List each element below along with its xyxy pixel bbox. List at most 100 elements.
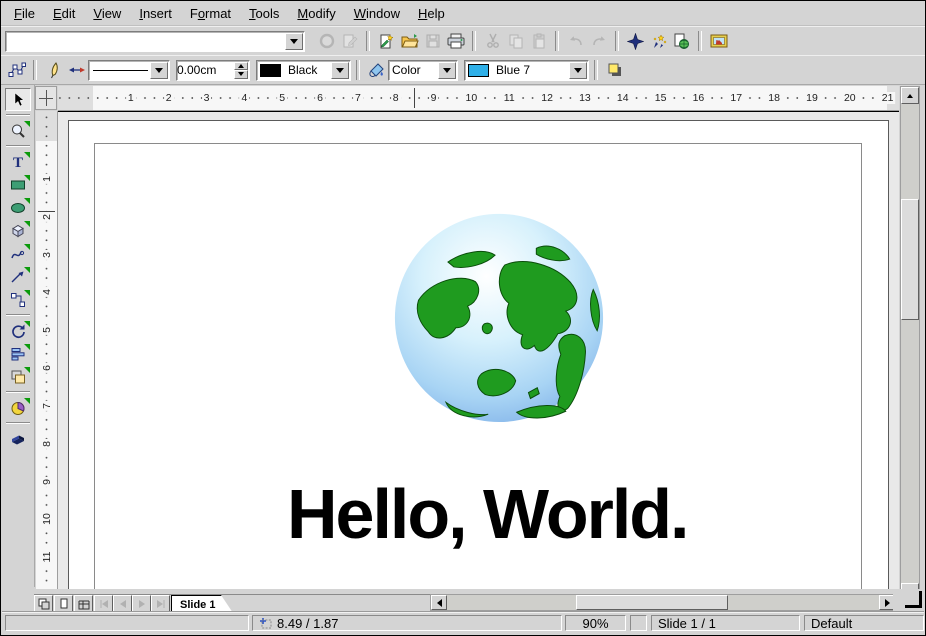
- ruler-number: 8: [391, 92, 401, 104]
- ruler-number: 7: [41, 401, 53, 411]
- status-template-panel[interactable]: Default: [804, 615, 924, 631]
- new-document-icon[interactable]: [375, 30, 398, 53]
- line-width-down-button[interactable]: [234, 70, 248, 79]
- insert-tool[interactable]: [5, 396, 31, 419]
- menu-item[interactable]: Modify: [288, 3, 344, 24]
- curve-tool[interactable]: [5, 242, 31, 265]
- pen-icon[interactable]: [42, 59, 65, 82]
- gallery-icon[interactable]: [707, 30, 730, 53]
- svg-text:T: T: [13, 155, 23, 170]
- horizontal-cursor-marker: [414, 88, 415, 108]
- save-icon: [421, 30, 444, 53]
- select-tool[interactable]: [5, 88, 31, 111]
- ruler-number: 15: [653, 92, 669, 104]
- status-zoom-panel[interactable]: 90%: [565, 615, 626, 631]
- zoom-icon[interactable]: [647, 30, 670, 53]
- 3d-objects-tool[interactable]: [5, 219, 31, 242]
- hello-world-text-object[interactable]: Hello, World.: [287, 479, 688, 549]
- line-width-spinner[interactable]: 0.00cm: [176, 60, 250, 81]
- menu-item[interactable]: Edit: [44, 3, 84, 24]
- rotate-tool[interactable]: [5, 319, 31, 342]
- zoom-tool[interactable]: [5, 119, 31, 142]
- fill-type-combobox[interactable]: Color: [388, 60, 458, 81]
- menu-item[interactable]: Tools: [240, 3, 288, 24]
- globe-image[interactable]: [391, 209, 607, 425]
- fill-color-value: Blue 7: [493, 63, 530, 77]
- ruler-number: 1: [126, 92, 136, 104]
- horizontal-scrollbar-thumb[interactable]: [576, 595, 728, 610]
- vertical-scrollbar-thumb[interactable]: [901, 199, 919, 320]
- alignment-tool[interactable]: [5, 342, 31, 365]
- template-name-value: Default: [811, 616, 852, 631]
- open-icon[interactable]: [398, 30, 421, 53]
- interaction-tool[interactable]: [5, 427, 31, 450]
- status-slide-panel[interactable]: Slide 1 / 1: [651, 615, 800, 631]
- ruler-number: 21: [880, 92, 896, 104]
- menu-item[interactable]: View: [84, 3, 130, 24]
- horizontal-ruler[interactable]: 123456789101112131415161718192021: [58, 86, 899, 111]
- ruler-number: 20: [842, 92, 858, 104]
- ruler-number: 6: [41, 363, 53, 373]
- menu-item[interactable]: Format: [181, 3, 240, 24]
- horizontal-scrollbar[interactable]: [430, 594, 896, 611]
- menu-item[interactable]: Help: [409, 3, 454, 24]
- function-toolbar: [1, 26, 925, 56]
- ruler-number: 16: [691, 92, 707, 104]
- fill-style-icon[interactable]: [365, 59, 388, 82]
- shadow-icon[interactable]: [603, 59, 626, 82]
- text-tool[interactable]: T: [5, 150, 31, 173]
- ruler-number: 10: [41, 512, 53, 528]
- ruler-number: 3: [41, 250, 53, 260]
- ruler-number: 17: [728, 92, 744, 104]
- cut-icon: [481, 30, 504, 53]
- vertical-scrollbar[interactable]: [900, 86, 920, 601]
- fill-color-dropdown-button[interactable]: [569, 62, 587, 79]
- edit-file-icon: [338, 30, 361, 53]
- ruler-number: 3: [202, 92, 212, 104]
- ruler-number: 2: [41, 212, 53, 222]
- arrange-tool[interactable]: [5, 365, 31, 388]
- ruler-number: 13: [577, 92, 593, 104]
- line-style-combobox[interactable]: [88, 60, 170, 81]
- line-color-combobox[interactable]: Black: [256, 60, 351, 81]
- status-bar: 8.49 / 1.87 90% Slide 1 / 1 Default: [2, 611, 924, 634]
- ruler-number: 10: [464, 92, 480, 104]
- fill-color-combobox[interactable]: Blue 7: [464, 60, 589, 81]
- ruler-number: 5: [41, 325, 53, 335]
- drawing-canvas[interactable]: Hello, World.: [58, 111, 899, 590]
- app-window: FileEditViewInsertFormatToolsModifyWindo…: [0, 0, 926, 636]
- ruler-number: 12: [539, 92, 555, 104]
- print-icon[interactable]: [444, 30, 467, 53]
- ruler-number: 1: [41, 174, 53, 184]
- edit-points-icon[interactable]: [5, 59, 28, 82]
- connector-tool[interactable]: [5, 288, 31, 311]
- scroll-up-button[interactable]: [901, 87, 919, 104]
- menu-item[interactable]: Insert: [130, 3, 181, 24]
- status-position-panel: 8.49 / 1.87: [252, 615, 562, 631]
- vertical-ruler[interactable]: 123456789101112: [36, 111, 58, 589]
- lines-arrows-tool[interactable]: [5, 265, 31, 288]
- stop-icon: [315, 30, 338, 53]
- rectangle-tool[interactable]: [5, 173, 31, 196]
- ellipse-tool[interactable]: [5, 196, 31, 219]
- scroll-left-button[interactable]: [431, 595, 447, 610]
- ruler-origin-box[interactable]: [35, 86, 57, 110]
- url-combobox[interactable]: [5, 31, 305, 52]
- line-style-dropdown-button[interactable]: [150, 62, 168, 79]
- arrow-ends-icon[interactable]: [65, 59, 88, 82]
- line-color-dropdown-button[interactable]: [331, 62, 349, 79]
- line-width-up-button[interactable]: [234, 62, 248, 71]
- fill-type-dropdown-button[interactable]: [438, 62, 456, 79]
- url-dropdown-button[interactable]: [285, 33, 303, 50]
- menu-item[interactable]: File: [5, 3, 44, 24]
- slide-page[interactable]: Hello, World.: [68, 120, 889, 590]
- menu-bar: FileEditViewInsertFormatToolsModifyWindo…: [1, 1, 925, 26]
- navigator-icon[interactable]: [624, 30, 647, 53]
- hyperlink-icon[interactable]: [670, 30, 693, 53]
- slide-tab-label: Slide 1: [180, 599, 215, 611]
- ruler-number: 9: [41, 477, 53, 487]
- menu-item[interactable]: Window: [345, 3, 409, 24]
- status-info-panel: [5, 615, 249, 631]
- main-toolbar: T: [2, 85, 35, 587]
- status-modified-panel: [630, 615, 647, 631]
